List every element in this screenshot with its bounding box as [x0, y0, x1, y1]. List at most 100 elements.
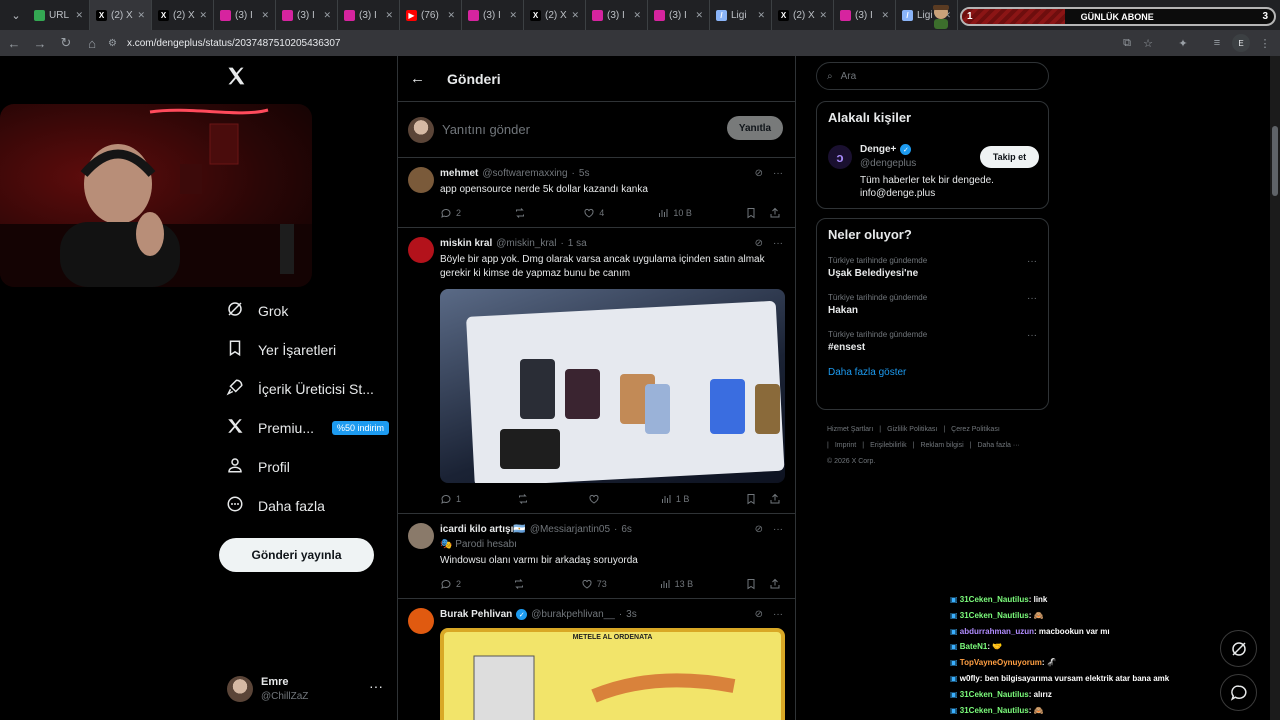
tab-close-icon[interactable]: ✕ [137, 10, 145, 21]
messages-fab-icon[interactable] [1220, 674, 1257, 711]
tweet[interactable]: miskin kral @miskin_kral · 1 sa ⊘ ··· Böyle bi… [398, 228, 795, 514]
tab-close-icon[interactable]: ✕ [385, 10, 393, 21]
like-button[interactable] [588, 493, 604, 505]
avatar[interactable] [408, 523, 434, 549]
bookmark-icon[interactable] [745, 493, 757, 505]
author-handle[interactable]: @softwaremaxxing [482, 168, 567, 179]
tab-10[interactable]: (3) I ✕ [648, 0, 710, 30]
share-icon[interactable] [769, 207, 781, 219]
tweet-media[interactable]: METELE AL ORDENATA [440, 628, 785, 720]
grok-icon[interactable]: ⊘ [755, 168, 763, 179]
chat-user[interactable]: 31Ceken_Nautilus [960, 706, 1029, 715]
back-icon[interactable]: ← [2, 31, 26, 55]
footer-link[interactable]: Gizlilik Politikası [887, 426, 937, 433]
reply-input[interactable]: Yanıtını gönder [442, 122, 530, 137]
more-dots-icon[interactable]: ··· [369, 678, 383, 694]
scrollbar-thumb[interactable] [1272, 126, 1278, 196]
footer-link[interactable]: Imprint [835, 442, 856, 449]
nav-item-1[interactable]: Yer İşaretleri [226, 339, 336, 360]
footer-link[interactable]: Erişilebilirlik [870, 442, 907, 449]
related-name[interactable]: Denge+ [860, 144, 896, 155]
reply-button[interactable]: 2 [440, 578, 461, 590]
follow-button[interactable]: Takip et [980, 146, 1039, 168]
avatar[interactable] [408, 237, 434, 263]
profile-icon[interactable]: E [1232, 34, 1250, 52]
denge-logo-icon[interactable]: ↄ [828, 145, 852, 169]
extensions-icon[interactable]: ✦ [1174, 34, 1192, 52]
page-scrollbar[interactable] [1270, 56, 1280, 720]
footer-link[interactable]: Hizmet Şartları [827, 426, 873, 433]
more-dots-icon[interactable]: ··· [1027, 293, 1037, 304]
more-dots-icon[interactable]: ··· [773, 609, 783, 620]
more-dots-icon[interactable]: ··· [773, 524, 783, 535]
author-name[interactable]: icardi kilo artışı🇦🇷 [440, 524, 526, 535]
tab-close-icon[interactable]: ✕ [571, 10, 579, 21]
tweet[interactable]: mehmet @softwaremaxxing · 5s ⊘ ··· app opensou… [398, 158, 795, 228]
tab-close-icon[interactable]: ✕ [261, 10, 269, 21]
tab-close-icon[interactable]: ✕ [633, 10, 641, 21]
retweet-button[interactable] [514, 207, 530, 219]
omnibox[interactable]: ⚙ x.com/dengeplus/status/203748751020543… [104, 32, 1104, 54]
reload-icon[interactable]: ↻ [54, 31, 78, 55]
grok-icon[interactable]: ⊘ [755, 238, 763, 249]
tab-1[interactable]: X (2) X ✕ [90, 0, 152, 30]
reply-button[interactable]: 1 [440, 493, 461, 505]
share-icon[interactable] [769, 493, 781, 505]
grok-icon[interactable]: ⊘ [755, 524, 763, 535]
nav-item-2[interactable]: İçerik Üreticisi St... [226, 378, 374, 399]
author-handle[interactable]: @burakpehlivan__ [531, 609, 615, 620]
nav-item-5[interactable]: Daha fazla [226, 495, 325, 516]
chat-user[interactable]: 31Ceken_Nautilus [960, 690, 1029, 699]
author-name[interactable]: Burak Pehlivan [440, 609, 512, 620]
reply-button[interactable]: Yanıtla [727, 116, 783, 140]
install-app-icon[interactable]: ⧉ [1118, 34, 1136, 52]
tab-2[interactable]: X (2) X ✕ [152, 0, 214, 30]
tab-close-icon[interactable]: ✕ [75, 10, 83, 21]
bookmark-icon[interactable] [745, 207, 757, 219]
trend-item[interactable]: Türkiye tarihinde gündemde Uşak Belediyes… [828, 256, 1037, 279]
nav-item-4[interactable]: Profil [226, 456, 290, 477]
like-button[interactable]: 4 [583, 207, 604, 219]
like-button[interactable]: 73 [581, 578, 607, 590]
tab-search-icon[interactable]: ⌄ [4, 3, 28, 27]
reply-button[interactable]: 2 [440, 207, 461, 219]
author-name[interactable]: mehmet [440, 168, 478, 179]
tab-12[interactable]: X (2) X ✕ [772, 0, 834, 30]
tab-close-icon[interactable]: ✕ [695, 10, 703, 21]
retweet-button[interactable] [517, 493, 533, 505]
avatar[interactable] [408, 608, 434, 634]
tab-close-icon[interactable]: ✕ [323, 10, 331, 21]
author-name[interactable]: miskin kral [440, 238, 492, 249]
timestamp[interactable]: 3s [626, 609, 637, 620]
back-arrow-icon[interactable]: ← [410, 70, 425, 87]
timestamp[interactable]: 6s [621, 524, 632, 535]
tab-11[interactable]: / Ligi ✕ [710, 0, 772, 30]
share-icon[interactable] [769, 578, 781, 590]
grok-fab-icon[interactable] [1220, 630, 1257, 667]
tweet[interactable]: Burak Pehlivan ✓ @burakpehlivan__ · 3s ⊘ ··· ME… [398, 599, 795, 720]
forward-icon[interactable]: → [28, 31, 52, 55]
account-switcher[interactable]: Emre @ChillZaZ ··· [227, 674, 387, 714]
more-dots-icon[interactable]: ··· [773, 168, 783, 179]
views-button[interactable]: 13 B [659, 578, 693, 590]
chat-user[interactable]: 31Ceken_Nautilus [960, 611, 1029, 620]
trend-item[interactable]: Türkiye tarihinde gündemde #ensest ··· [828, 330, 1037, 353]
bookmark-star-icon[interactable]: ☆ [1139, 34, 1157, 52]
tab-6[interactable]: ▶ (76) ✕ [400, 0, 462, 30]
url-text[interactable]: x.com/dengeplus/status/20374875102054363… [127, 38, 341, 49]
search-input[interactable]: ⌕ Ara [816, 62, 1049, 90]
post-button[interactable]: Gönderi yayınla [219, 538, 374, 572]
nav-item-0[interactable]: Grok [226, 300, 288, 321]
nav-item-3[interactable]: Premiu... %50 indirim [226, 417, 390, 438]
tab-5[interactable]: (3) I ✕ [338, 0, 400, 30]
footer-link[interactable]: Çerez Politikası [951, 426, 1000, 433]
more-dots-icon[interactable]: ··· [1027, 256, 1037, 267]
media-icon[interactable]: ≡ [1208, 34, 1226, 52]
chat-user[interactable]: TopVayneOynuyorum [960, 658, 1042, 667]
footer-link[interactable]: © 2026 X Corp. [827, 458, 875, 465]
tweet[interactable]: icardi kilo artışı🇦🇷 @Messiarjantin05 · 6s ⊘… [398, 514, 795, 599]
footer-link[interactable]: Reklam bilgisi [920, 442, 963, 449]
chat-user[interactable]: w0fly [960, 674, 980, 683]
home-icon[interactable]: ⌂ [80, 31, 104, 55]
trend-item[interactable]: Türkiye tarihinde gündemde Hakan ··· [828, 293, 1037, 316]
